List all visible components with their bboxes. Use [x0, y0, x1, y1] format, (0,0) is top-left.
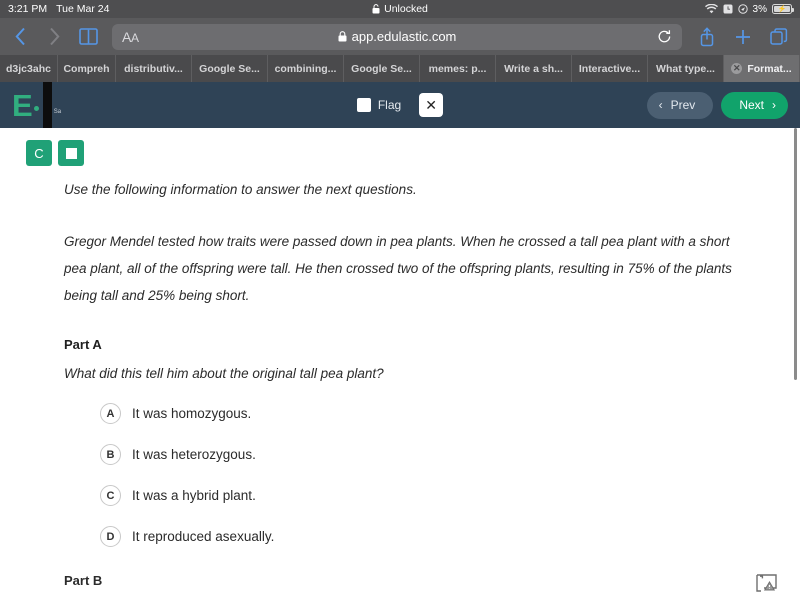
close-icon: ✕ [425, 96, 438, 113]
answer-choice-list: A It was homozygous. B It was heterozygo… [64, 403, 740, 548]
broken-image-icon [756, 574, 778, 592]
choice-text: It reproduced asexually. [132, 529, 275, 545]
safari-tab-bar[interactable]: d3jc3ahc Compreh distributiv... Google S… [0, 55, 800, 82]
battery-charging-icon: ⚡ [772, 4, 794, 14]
lock-icon [372, 4, 380, 14]
browser-tab[interactable]: Google Se... [344, 55, 420, 82]
mask-tool-button[interactable] [58, 140, 84, 166]
status-center-group: Unlocked [0, 3, 800, 15]
share-icon[interactable] [696, 26, 718, 47]
choice-bubble[interactable]: A [100, 403, 121, 425]
logo-letter: E [12, 87, 33, 123]
calculator-icon: C [34, 145, 44, 161]
prev-button[interactable]: ‹ Prev [646, 91, 714, 119]
safari-toolbar: AA app.edulastic.com [0, 18, 800, 55]
address-bar[interactable]: AA app.edulastic.com [112, 23, 682, 50]
choice-bubble[interactable]: B [100, 444, 121, 466]
chevron-left-icon[interactable] [10, 26, 30, 48]
tab-label: combining... [274, 62, 337, 75]
choice-bubble[interactable]: D [100, 526, 121, 548]
edulastic-logo-icon[interactable]: E Sa [12, 82, 61, 128]
plus-icon[interactable] [732, 28, 754, 46]
status-date: Tue Mar 24 [56, 3, 110, 15]
status-right-group: 3% ⚡ [704, 3, 794, 15]
tab-label: Google Se... [351, 62, 412, 75]
status-lock-label: Unlocked [384, 3, 428, 15]
tab-label: Write a sh... [504, 62, 563, 75]
tab-label: d3jc3ahc [6, 62, 51, 75]
browser-tab[interactable]: Google Se... [192, 55, 268, 82]
answer-choice[interactable]: A It was homozygous. [100, 403, 740, 425]
answer-choice[interactable]: D It reproduced asexually. [100, 526, 740, 548]
chevron-right-icon: › [772, 98, 776, 112]
part-a-question: What did this tell him about the origina… [64, 366, 384, 382]
browser-tab[interactable]: d3jc3ahc [0, 55, 58, 82]
question-content-area: C Use the following information to answe… [0, 128, 800, 600]
tabs-icon[interactable] [768, 27, 790, 46]
answer-choice[interactable]: B It was heterozygous. [100, 444, 740, 466]
browser-tab[interactable]: combining... [268, 55, 344, 82]
passage-text: Gregor Mendel tested how traits were pas… [64, 234, 732, 304]
reader-size-button[interactable]: AA [122, 29, 139, 45]
header-nav-group: ‹ Prev Next › [646, 91, 788, 119]
save-label-stub: Sa [53, 109, 62, 115]
logo-dot-icon [33, 105, 39, 111]
book-icon[interactable] [78, 26, 98, 48]
url-text: app.edulastic.com [351, 29, 457, 44]
flag-label: Flag [377, 98, 402, 112]
status-time: 3:21 PM [8, 3, 48, 15]
close-button[interactable]: ✕ [419, 93, 444, 117]
url-display: app.edulastic.com [112, 29, 682, 44]
close-icon[interactable]: ✕ [731, 63, 743, 74]
tab-label: distributiv... [124, 62, 183, 75]
location-icon [737, 4, 748, 14]
chevron-right-icon [44, 26, 64, 48]
next-button[interactable]: Next › [721, 91, 788, 119]
tab-label: Format... [747, 62, 792, 75]
browser-tab[interactable]: Compreh [58, 55, 116, 82]
edulastic-app-header: E Sa Flag ✕ ‹ Prev Next › [0, 82, 800, 128]
calculator-tool-button[interactable]: C [26, 140, 52, 166]
browser-tab[interactable]: Write a sh... [496, 55, 572, 82]
tab-label: Interactive... [578, 62, 641, 75]
battery-percent-label: 3% [752, 3, 767, 15]
choice-text: It was heterozygous. [132, 447, 256, 463]
part-b-title: Part B [64, 573, 103, 589]
tab-label: Compreh [63, 62, 110, 75]
question-body: Use the following information to answer … [0, 166, 800, 588]
alarm-icon [723, 4, 733, 14]
tab-label: What type... [656, 62, 715, 75]
tab-label: memes: p... [428, 62, 487, 75]
square-icon [65, 147, 77, 159]
browser-tab[interactable]: Interactive... [572, 55, 648, 82]
reload-icon[interactable] [657, 29, 672, 44]
status-left-group: 3:21 PM Tue Mar 24 [8, 3, 109, 15]
page-scrollbar[interactable] [794, 128, 797, 380]
header-black-strip [42, 82, 52, 128]
chevron-left-icon: ‹ [658, 98, 663, 112]
answer-choice[interactable]: C It was a hybrid plant. [100, 485, 740, 507]
tool-button-row: C [0, 128, 800, 166]
browser-tab-active[interactable]: ✕ Format... [724, 55, 800, 82]
browser-tab[interactable]: memes: p... [420, 55, 496, 82]
browser-tab[interactable]: What type... [648, 55, 724, 82]
next-label: Next [739, 98, 764, 112]
padlock-icon [338, 31, 347, 42]
flag-question-control[interactable]: Flag [356, 98, 402, 112]
ios-status-bar: 3:21 PM Tue Mar 24 Unlocked 3% ⚡ [0, 0, 800, 18]
wifi-icon [704, 4, 718, 14]
choice-text: It was homozygous. [132, 406, 252, 422]
lead-in-text: Use the following information to answer … [64, 182, 417, 197]
browser-tab[interactable]: distributiv... [116, 55, 192, 82]
tab-label: Google Se... [199, 62, 260, 75]
flag-checkbox[interactable] [356, 98, 371, 112]
choice-bubble[interactable]: C [100, 485, 121, 507]
part-a-title: Part A [64, 337, 102, 353]
prev-label: Prev [670, 98, 696, 112]
choice-text: It was a hybrid plant. [132, 488, 256, 504]
